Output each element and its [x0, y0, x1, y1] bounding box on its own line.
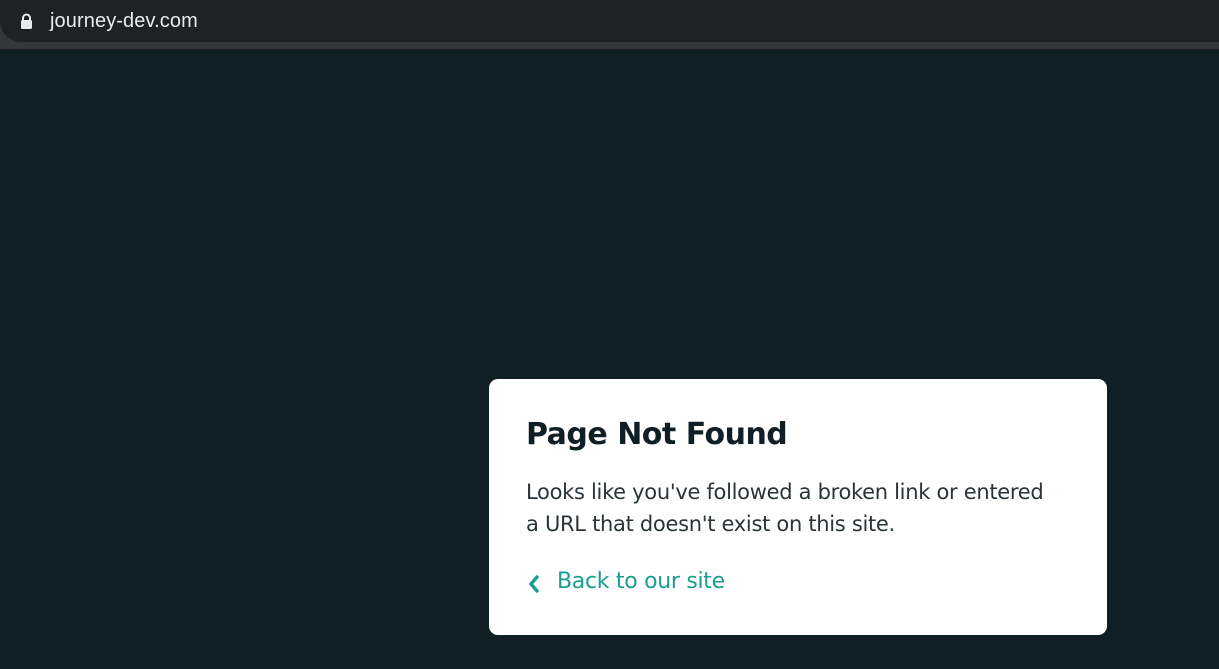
chevron-left-icon	[527, 572, 541, 593]
error-message: Looks like you've followed a broken link…	[526, 476, 1086, 540]
browser-toolbar: journey-dev.com	[0, 0, 1219, 49]
error-card: Page Not Found Looks like you've followe…	[489, 379, 1107, 635]
page-title: Page Not Found	[526, 417, 788, 452]
back-to-site-link[interactable]: Back to our site	[527, 566, 725, 598]
address-bar[interactable]: journey-dev.com	[0, 0, 1219, 42]
address-bar-url[interactable]: journey-dev.com	[50, 9, 198, 33]
error-message-line-1: Looks like you've followed a broken link…	[526, 480, 1044, 504]
error-message-line-2: a URL that doesn't exist on this site.	[526, 512, 895, 536]
lock-icon[interactable]	[19, 13, 34, 29]
back-link-label: Back to our site	[557, 569, 725, 594]
